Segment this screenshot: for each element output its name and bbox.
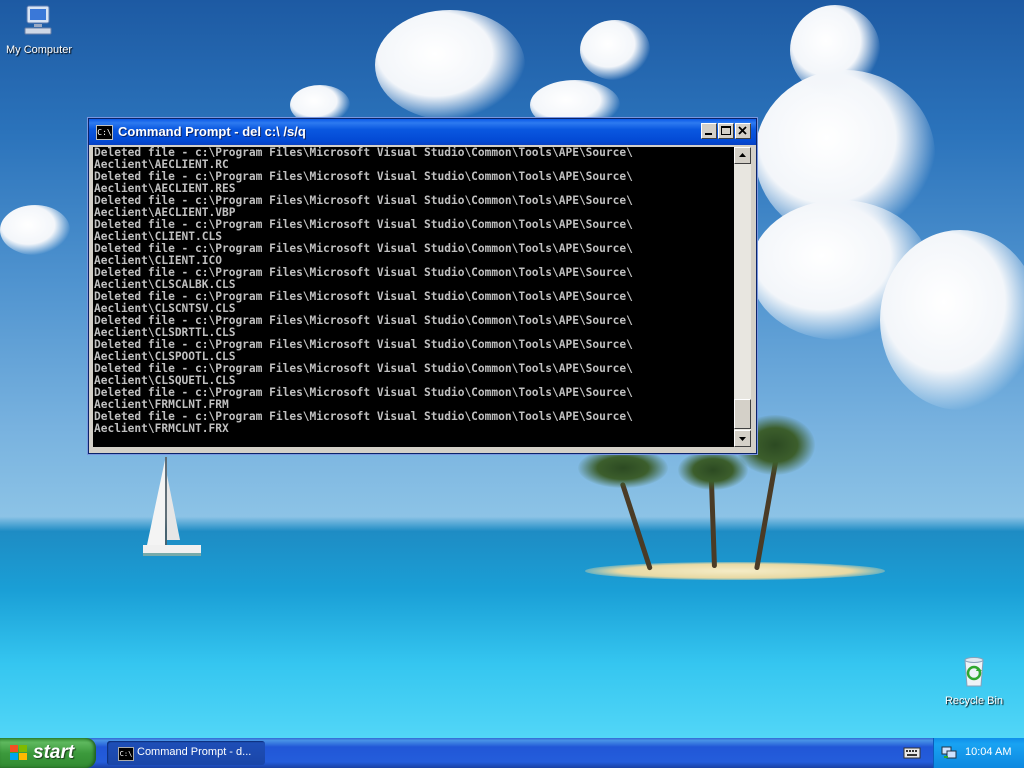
vertical-scrollbar[interactable]: [734, 147, 751, 447]
maximize-button[interactable]: [718, 123, 734, 139]
close-button[interactable]: [735, 123, 751, 139]
island: [585, 562, 885, 580]
recycle-bin-icon: [964, 657, 984, 687]
desktop-icon-my-computer[interactable]: My Computer: [0, 3, 79, 56]
cloud: [0, 205, 70, 255]
minimize-icon: [705, 133, 712, 135]
console-line: Aeclient\FRMCLNT.FRX: [94, 422, 229, 435]
desktop-icon-recycle-bin[interactable]: Recycle Bin: [934, 656, 1014, 707]
arrow-up-icon: [739, 153, 746, 157]
console-output[interactable]: Deleted file - c:\Program Files\Microsof…: [93, 147, 734, 447]
my-computer-icon: [24, 5, 52, 35]
taskbar: start C:\ Command Prompt - d... 10:04 AM: [0, 738, 1024, 768]
console-icon: C:\: [118, 747, 134, 761]
cloud: [790, 5, 880, 95]
start-button[interactable]: start: [0, 738, 96, 768]
close-icon: [738, 126, 747, 135]
start-label: start: [33, 742, 75, 763]
scrollbar-thumb[interactable]: [734, 399, 751, 429]
cloud: [580, 20, 650, 80]
arrow-down-icon: [739, 437, 746, 441]
network-icon[interactable]: [941, 746, 957, 760]
maximize-icon: [721, 126, 731, 135]
sailboat: [143, 457, 201, 556]
window-title: Command Prompt - del c:\ /s/q: [118, 124, 306, 139]
scroll-down-button[interactable]: [734, 430, 751, 447]
cloud: [375, 10, 525, 120]
clock[interactable]: 10:04 AM: [965, 746, 1011, 758]
command-prompt-window[interactable]: C:\ Command Prompt - del c:\ /s/q Delete…: [88, 118, 757, 454]
palm-trunk: [619, 481, 653, 571]
minimize-button[interactable]: [701, 123, 717, 139]
palm-leaves: [578, 448, 668, 488]
desktop-icon-label: Recycle Bin: [944, 695, 1004, 707]
palm-trunk: [708, 477, 717, 569]
taskbar-button-label: Command Prompt - d...: [137, 746, 252, 758]
scroll-up-button[interactable]: [734, 147, 751, 164]
console-text: Deleted file - c:\Program Files\Microsof…: [93, 147, 734, 435]
window-titlebar[interactable]: C:\ Command Prompt - del c:\ /s/q: [89, 119, 756, 145]
cloud: [880, 230, 1024, 410]
windows-logo-icon: [10, 745, 27, 760]
keyboard-icon[interactable]: [903, 746, 921, 760]
taskbar-button-command-prompt[interactable]: C:\ Command Prompt - d...: [107, 741, 265, 765]
console-icon[interactable]: C:\: [96, 125, 113, 140]
desktop-icon-label: My Computer: [5, 44, 73, 56]
system-tray: 10:04 AM: [933, 738, 1024, 768]
